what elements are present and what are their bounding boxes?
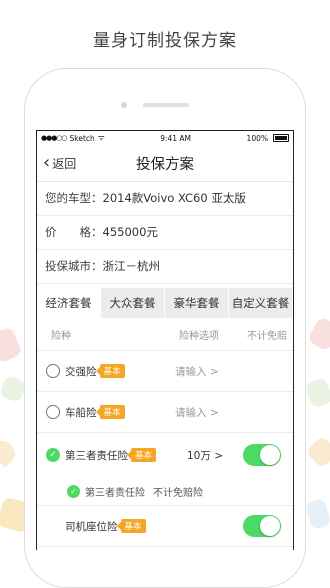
- phone-screen: ●●●○○ Sketch ᯤ 9:41 AM 100% ‹ 返回 投保方案 您的…: [36, 130, 294, 550]
- page-title: 投保方案: [136, 156, 194, 173]
- column-deductible: 不计免赔: [247, 330, 287, 342]
- tab-economy[interactable]: 经济套餐: [37, 288, 101, 318]
- basic-badge: 基本: [95, 405, 125, 419]
- decorative-shape: [304, 497, 330, 531]
- row-spacer: [46, 519, 60, 533]
- status-bar: ●●●○○ Sketch ᯤ 9:41 AM 100%: [37, 131, 293, 145]
- tab-popular[interactable]: 大众套餐: [101, 288, 165, 318]
- back-button[interactable]: ‹ 返回: [43, 145, 76, 181]
- nav-bar: ‹ 返回 投保方案: [37, 145, 293, 182]
- tab-custom[interactable]: 自定义套餐: [229, 288, 293, 318]
- coverage-select[interactable]: 10万 >: [187, 448, 223, 463]
- decorative-shape: [304, 377, 330, 409]
- signal-icon: ●●●○○: [41, 134, 68, 142]
- back-label: 返回: [52, 156, 77, 171]
- insurance-row-third-party: ✓ 第三者责任险 基本 10万 >: [37, 433, 293, 477]
- decorative-shape: [0, 325, 24, 365]
- deductible-sub-row: ✓ 第三者责任险 不计免赔险: [37, 477, 293, 506]
- checkmark-icon[interactable]: ✓: [46, 448, 60, 462]
- clock: 9:41 AM: [160, 133, 192, 143]
- car-model-label: 您的车型：: [45, 191, 103, 205]
- option-input[interactable]: 请输入 >: [175, 405, 219, 420]
- option-input[interactable]: 请输入 >: [175, 364, 219, 379]
- chevron-left-icon: ‹: [43, 152, 51, 173]
- car-model-row: 您的车型：2014款Voivo XC60 亚太版: [37, 182, 293, 216]
- basic-badge: 基本: [126, 448, 157, 462]
- column-option: 险种选项: [179, 330, 219, 342]
- price-value: 455000元: [102, 225, 158, 239]
- camera-dot: [121, 102, 127, 108]
- checkmark-icon[interactable]: ✓: [67, 484, 80, 498]
- sub-insurance-extra: 不计免赔险: [153, 487, 203, 499]
- select-radio[interactable]: [46, 364, 60, 378]
- sub-insurance-name: 第三者责任险: [85, 487, 145, 499]
- battery-icon: [273, 134, 289, 142]
- price-row: 价 格：455000元: [37, 216, 293, 250]
- insurance-name: 司机座位险: [65, 520, 118, 533]
- city-row: 投保城市：浙江－杭州: [37, 250, 293, 284]
- insurance-row-vessel-tax: 车船险 基本 请输入 >: [37, 392, 293, 433]
- insurance-row-compulsory: 交强险 基本 请输入 >: [37, 351, 293, 392]
- carrier-label: Sketch: [69, 133, 95, 143]
- price-label: 价 格：: [45, 225, 103, 239]
- insurance-name: 第三者责任险: [65, 449, 128, 462]
- deductible-toggle[interactable]: [243, 515, 281, 537]
- city-value: 浙江－杭州: [102, 259, 161, 273]
- select-radio[interactable]: [46, 405, 60, 419]
- deductible-toggle[interactable]: [243, 444, 281, 466]
- speaker-slot: [143, 103, 189, 107]
- city-label: 投保城市：: [45, 259, 103, 273]
- decorative-shape: [306, 315, 330, 353]
- location-pin-decoration: [0, 436, 20, 468]
- insurance-name: 交强险: [65, 365, 97, 378]
- tab-luxury[interactable]: 豪华套餐: [165, 288, 229, 318]
- insurance-row-driver-seat: 司机座位险 基本: [37, 506, 293, 547]
- insurance-name: 车船险: [65, 406, 97, 419]
- headline: 量身订制投保方案: [93, 31, 237, 51]
- car-model-value: 2014款Voivo XC60 亚太版: [102, 191, 246, 205]
- package-tabs: 经济套餐 大众套餐 豪华套餐 自定义套餐: [37, 288, 293, 318]
- basic-badge: 基本: [95, 364, 125, 378]
- table-header: 险种 险种选项 不计免赔: [37, 318, 293, 351]
- column-type: 险种: [51, 330, 71, 342]
- basic-badge: 基本: [116, 519, 146, 533]
- decorative-shape: [305, 435, 330, 469]
- wifi-icon: ᯤ: [97, 133, 105, 142]
- battery-percent: 100%: [246, 133, 268, 143]
